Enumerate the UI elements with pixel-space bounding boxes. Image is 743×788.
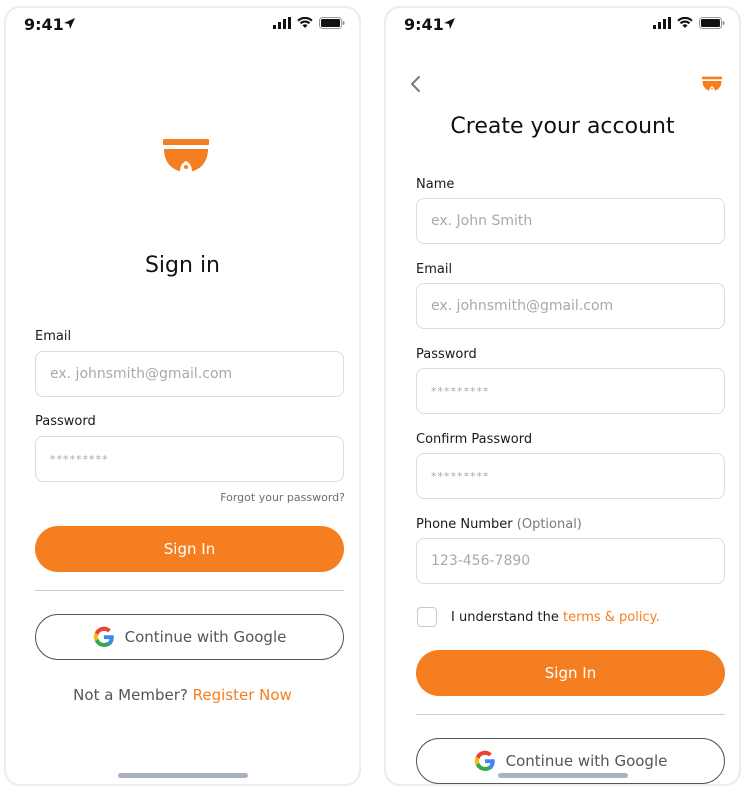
google-button-label: Continue with Google xyxy=(505,752,668,770)
name-input[interactable] xyxy=(416,198,725,244)
password-label: Password xyxy=(35,414,96,429)
home-indicator xyxy=(497,773,628,778)
google-icon xyxy=(93,626,114,648)
wifi-icon xyxy=(677,17,693,28)
phone-input[interactable] xyxy=(416,538,725,584)
optional-tag: (Optional) xyxy=(516,517,582,532)
location-arrow-icon xyxy=(444,18,455,29)
cellular-signal-icon xyxy=(653,17,671,29)
google-signin-button[interactable]: Continue with Google xyxy=(35,614,344,660)
home-indicator xyxy=(117,773,248,778)
page-title: Create your account xyxy=(450,114,675,139)
divider xyxy=(35,590,344,591)
email-input[interactable] xyxy=(35,351,344,397)
status-bar: 9:41 xyxy=(6,8,359,42)
phone-label: Phone Number (Optional) xyxy=(416,517,582,532)
terms-text: I understand the xyxy=(451,610,559,625)
wifi-icon xyxy=(297,17,313,28)
status-time: 9:41 xyxy=(24,15,64,34)
status-time: 9:41 xyxy=(404,15,444,34)
battery-icon xyxy=(699,17,725,29)
terms-checkbox[interactable] xyxy=(417,607,437,627)
location-arrow-icon xyxy=(64,18,75,29)
confirm-password-label: Confirm Password xyxy=(416,432,533,447)
app-logo-icon xyxy=(163,139,209,172)
sign-in-button[interactable]: Sign In xyxy=(35,526,344,572)
cellular-signal-icon xyxy=(273,17,291,29)
phone-label-text: Phone Number xyxy=(416,517,513,532)
email-input[interactable] xyxy=(416,283,725,329)
email-label: Email xyxy=(416,262,453,277)
battery-icon xyxy=(319,17,345,29)
password-input[interactable] xyxy=(35,436,344,482)
divider xyxy=(416,714,725,715)
password-input[interactable] xyxy=(416,368,725,414)
signin-screen: 9:41 Sign in Email Password Forgot your … xyxy=(4,6,361,786)
email-label: Email xyxy=(35,329,72,344)
name-label: Name xyxy=(416,177,455,192)
app-logo-icon xyxy=(702,76,722,91)
terms-policy-link[interactable]: terms & policy. xyxy=(563,610,660,625)
register-now-link[interactable]: Register Now xyxy=(193,686,292,704)
google-button-label: Continue with Google xyxy=(124,628,287,646)
terms-row: I understand the terms & policy. xyxy=(451,610,660,625)
not-member-text: Not a Member? xyxy=(73,686,188,704)
register-screen: 9:41 Create your account Name Email Pass… xyxy=(384,6,741,786)
google-icon xyxy=(474,750,495,772)
sign-in-button[interactable]: Sign In xyxy=(416,650,725,696)
register-row: Not a Member? Register Now xyxy=(6,686,359,704)
password-label: Password xyxy=(416,347,477,362)
page-title: Sign in xyxy=(144,253,221,278)
confirm-password-input[interactable] xyxy=(416,453,725,499)
status-bar: 9:41 xyxy=(386,8,739,42)
back-chevron-icon[interactable] xyxy=(404,72,428,96)
forgot-password-link[interactable]: Forgot your password? xyxy=(220,491,345,504)
